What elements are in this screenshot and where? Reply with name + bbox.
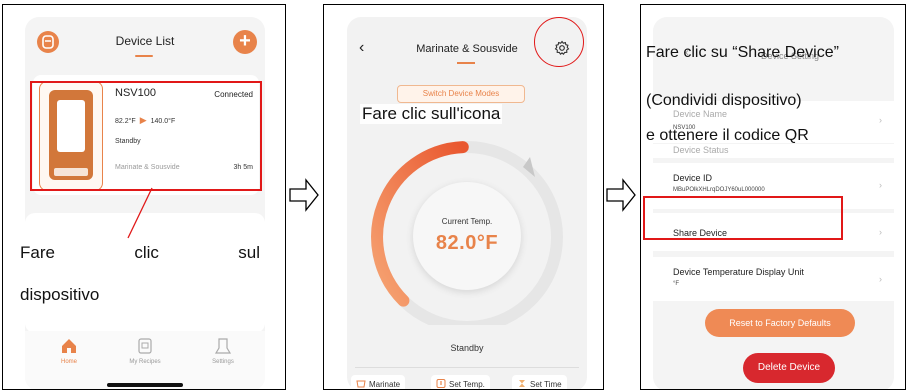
action-label: Set Temp.: [449, 380, 485, 389]
switch-device-modes-button[interactable]: Switch Device Modes: [397, 85, 525, 103]
highlight-gear-circle: [534, 17, 584, 67]
recipes-icon: [136, 337, 154, 355]
highlight-share-box: [643, 196, 843, 240]
device-state: Standby: [450, 343, 484, 353]
home-icon: [60, 337, 78, 355]
set-temp-button[interactable]: Set Temp.: [431, 375, 490, 389]
bottom-tab-bar: Home My Recipes Settings: [25, 331, 265, 389]
tab-label: My Recipes: [129, 359, 161, 365]
highlight-device-box: [30, 81, 262, 191]
chevron-right-icon: ›: [879, 227, 882, 237]
action-label: Marinate: [369, 380, 401, 389]
thermometer-icon: [436, 379, 446, 388]
step3-caption-line2: (Condividi dispositivo): [646, 92, 802, 109]
step2-caption: Fare clic sull'icona: [360, 104, 503, 124]
device-status-row[interactable]: Device Status: [653, 144, 894, 158]
timer-icon: [517, 379, 527, 388]
current-temp-label: Current Temp.: [441, 217, 493, 226]
row-label: Device ID: [673, 173, 713, 183]
tab-my-recipes[interactable]: My Recipes: [115, 337, 175, 365]
device-list-header: Device List +: [25, 17, 265, 63]
device-control-screen: ‹ Marinate & Sousvide Switch Device Mode…: [347, 17, 587, 389]
marinate-icon: [356, 379, 366, 388]
step1-caption-line2: dispositivo: [20, 285, 100, 304]
device-list-screen: Device List + NSV100 Connected 82.2°F ▶ 14…: [25, 17, 265, 389]
delete-device-button[interactable]: Delete Device: [743, 353, 835, 383]
tab-home[interactable]: Home: [39, 337, 99, 365]
add-device-button[interactable]: +: [233, 30, 257, 54]
title-underline: [135, 55, 153, 57]
caption-word: clic: [134, 243, 159, 262]
caption-word: sul: [238, 243, 260, 262]
chevron-right-icon: ›: [879, 115, 882, 125]
row-label: Device Name: [673, 109, 728, 119]
tab-settings[interactable]: Settings: [193, 337, 253, 365]
step3-caption-line1: Fare clic su “Share Device”: [646, 44, 839, 61]
marinate-button[interactable]: Marinate: [351, 375, 406, 389]
title-underline: [457, 62, 475, 64]
next-step-arrow-icon: [289, 178, 319, 212]
next-step-arrow-icon: [606, 178, 636, 212]
caption-word: Fare: [20, 243, 55, 262]
current-temp-value: 82.0°F: [435, 232, 499, 254]
row-value: MBuPOlkXHLrqDOJY60uL000000: [673, 187, 765, 193]
step1-panel: Device List + NSV100 Connected 82.2°F ▶ 14…: [2, 4, 286, 390]
step3-caption-line3: e ottenere il codice QR: [646, 127, 809, 144]
tab-label: Home: [60, 359, 77, 365]
reset-factory-defaults-button[interactable]: Reset to Factory Defaults: [705, 309, 855, 337]
content-area: [25, 213, 265, 333]
divider: [355, 367, 579, 368]
home-indicator: [107, 383, 183, 387]
row-value: °F: [673, 281, 680, 287]
row-label: Device Temperature Display Unit: [673, 267, 804, 277]
chevron-right-icon: ›: [879, 274, 882, 284]
step1-caption-line1: Fare clic sul: [20, 243, 260, 263]
page-title: Device List: [115, 34, 175, 48]
set-time-button[interactable]: Set Time: [512, 375, 567, 389]
temperature-unit-row[interactable]: Device Temperature Display Unit °F ›: [653, 257, 894, 301]
chevron-right-icon: ›: [879, 180, 882, 190]
current-temp-display: Current Temp. 82.0°F: [413, 182, 521, 290]
tab-label: Settings: [212, 359, 234, 365]
action-label: Set Time: [530, 380, 562, 389]
row-label: Device Status: [673, 145, 729, 155]
settings-icon: [214, 337, 232, 355]
